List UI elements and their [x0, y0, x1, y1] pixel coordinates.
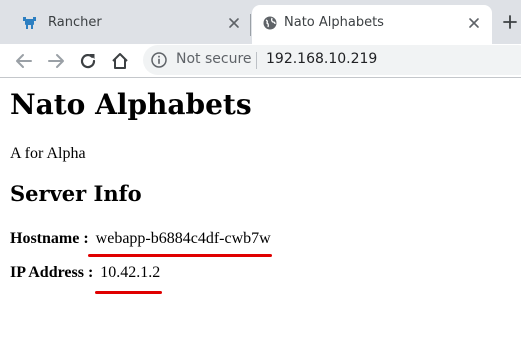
url-divider	[256, 52, 257, 69]
ip-address-label: IP Address :	[10, 264, 94, 281]
tab-strip: Rancher Nato Alphabets	[0, 0, 521, 44]
hostname-value: webapp-b6884c4df-cwb7w	[95, 230, 271, 247]
home-icon[interactable]	[109, 50, 131, 72]
browser-window: Rancher Nato Alphabets Not secure 192.16…	[0, 0, 521, 357]
hostname-label: Hostname :	[10, 230, 89, 247]
browser-toolbar: Not secure 192.168.10.219	[0, 44, 521, 77]
security-status-text[interactable]: Not secure	[176, 51, 252, 67]
ip-address-highlight-underline	[95, 291, 162, 294]
greeting-text: A for Alpha	[10, 145, 86, 162]
tab-title: Nato Alphabets	[284, 15, 384, 30]
globe-icon	[263, 16, 277, 30]
tab-rancher[interactable]: Rancher	[0, 5, 250, 44]
ip-address-row: IP Address : 10.42.1.2	[10, 264, 160, 282]
url-text[interactable]: 192.168.10.219	[266, 51, 377, 67]
rancher-logo-icon	[23, 17, 36, 29]
new-tab-plus-icon[interactable]	[501, 13, 519, 31]
hostname-row: Hostname : webapp-b6884c4df-cwb7w	[10, 230, 271, 248]
page-content: Nato Alphabets A for Alpha Server Info H…	[0, 78, 521, 357]
ip-address-value: 10.42.1.2	[100, 264, 161, 281]
tab-nato-alphabets[interactable]: Nato Alphabets	[252, 5, 492, 44]
tab-divider	[250, 14, 251, 36]
info-icon[interactable]	[150, 51, 168, 69]
hostname-highlight-underline	[88, 254, 272, 257]
close-icon[interactable]	[466, 15, 482, 31]
forward-arrow-icon[interactable]	[45, 50, 67, 72]
back-arrow-icon[interactable]	[13, 50, 35, 72]
server-info-heading: Server Info	[10, 181, 142, 206]
reload-icon[interactable]	[77, 50, 99, 72]
close-icon[interactable]	[226, 15, 242, 31]
page-title: Nato Alphabets	[10, 88, 252, 121]
address-bar[interactable]: Not secure 192.168.10.219	[143, 45, 521, 75]
tab-title: Rancher	[48, 15, 102, 30]
